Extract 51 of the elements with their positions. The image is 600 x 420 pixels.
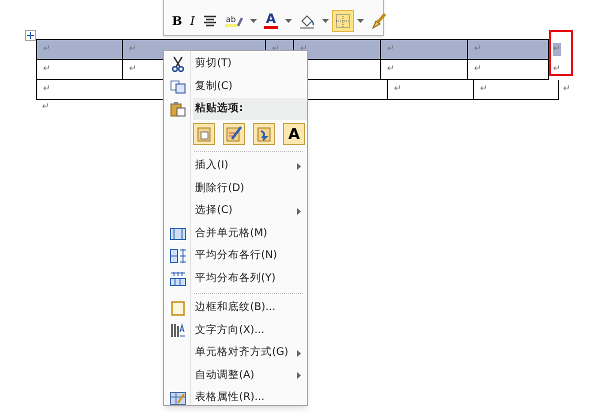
- table-merge-icon: [170, 228, 186, 240]
- menu-item[interactable]: 表格属性(R)...: [164, 387, 307, 410]
- table-cell: ↵: [37, 40, 123, 59]
- dropdown-caret-icon[interactable]: [356, 19, 364, 23]
- toolbar-button[interactable]: B: [168, 10, 186, 32]
- table-cell: ↵: [468, 40, 549, 59]
- scissors-icon: [171, 56, 185, 72]
- menu-item[interactable]: 平均分布各行(N): [164, 245, 307, 268]
- toolbar-button[interactable]: ab: [220, 10, 247, 32]
- clipboard-icon: [197, 126, 211, 142]
- copy-icon: [170, 80, 186, 94]
- clipboard-icon: [170, 101, 186, 117]
- dropdown-caret-icon[interactable]: [322, 19, 329, 23]
- menu-section-header: 粘贴选项:: [193, 98, 307, 120]
- distribute-rows-icon: [170, 249, 186, 264]
- menu-item[interactable]: 边框和底纹(B)...: [164, 297, 307, 320]
- end-of-row-mark: ↵: [563, 83, 571, 96]
- table-properties-icon: [170, 392, 186, 405]
- table-move-handle-icon[interactable]: [25, 30, 36, 41]
- toolbar-button[interactable]: I: [186, 10, 199, 32]
- table-cell: ↵: [294, 40, 381, 59]
- table-cell: ↵: [381, 40, 468, 59]
- font-color-bar: [264, 26, 278, 29]
- menu-item[interactable]: 自动调整(A): [164, 364, 307, 387]
- format-painter-icon: [370, 13, 387, 29]
- pen-icon: [236, 16, 243, 26]
- center-align-icon: [202, 15, 217, 27]
- menu-item[interactable]: 删除行(D): [164, 178, 307, 200]
- paste-text-button[interactable]: A: [283, 123, 305, 145]
- menu-item[interactable]: 选择(C): [164, 200, 307, 222]
- highlight-color-bar: [224, 24, 237, 26]
- menu-item[interactable]: 插入(I): [164, 155, 307, 178]
- dropdown-caret-icon[interactable]: [250, 19, 257, 23]
- clipboard-brush-icon: [226, 126, 242, 142]
- distribute-columns-icon: [170, 272, 186, 286]
- menu-item[interactable]: 平均分布各列(Y): [164, 268, 307, 290]
- toolbar-button[interactable]: A: [260, 10, 282, 32]
- table-border-icon: [336, 14, 350, 28]
- end-of-row-mark: ↵: [553, 42, 561, 56]
- menu-item[interactable]: 文字方向(X)...: [164, 320, 307, 342]
- dropdown-caret-icon[interactable]: [284, 19, 292, 23]
- paste-text-only-button[interactable]: [253, 123, 275, 145]
- paint-bucket-icon: [298, 13, 315, 29]
- paragraph-mark: ↵: [42, 101, 50, 114]
- paste-keep-format-button[interactable]: [193, 123, 215, 145]
- end-of-row-mark: ↵: [553, 63, 561, 76]
- paste-merge-format-button[interactable]: [223, 123, 245, 145]
- menu-item[interactable]: 单元格对齐方式(G): [164, 342, 307, 364]
- page-border-icon: [171, 300, 185, 316]
- text-direction-icon: [170, 323, 186, 338]
- menu-item[interactable]: 合并单元格(M): [164, 222, 307, 245]
